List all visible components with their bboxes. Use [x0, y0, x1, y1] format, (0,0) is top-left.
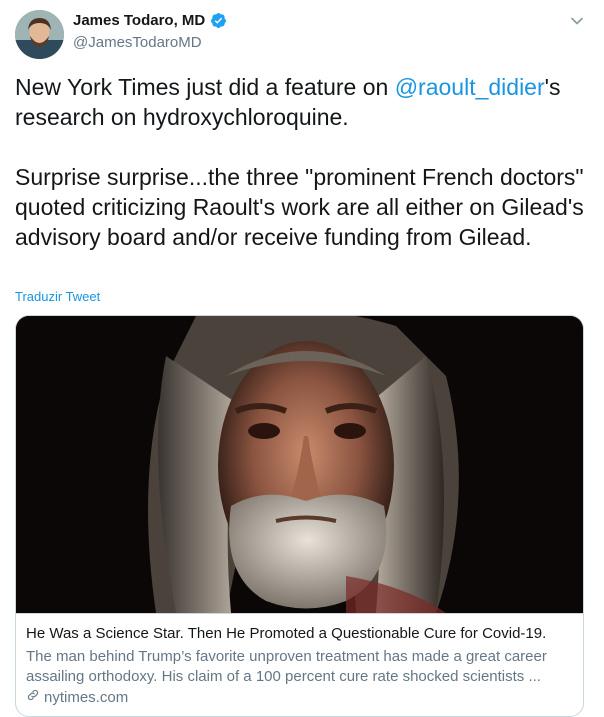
link-preview-card[interactable]: He Was a Science Star. Then He Promoted …	[15, 315, 584, 717]
tweet-text-after: 's research on hydroxychloroquine. Surpr…	[15, 74, 584, 250]
link-icon	[26, 688, 40, 706]
card-body: He Was a Science Star. Then He Promoted …	[16, 613, 583, 706]
card-title: He Was a Science Star. Then He Promoted …	[26, 625, 547, 642]
avatar-photo	[15, 10, 64, 59]
card-domain: nytimes.com	[26, 688, 128, 706]
author-handle[interactable]: @JamesTodaroMD	[73, 34, 202, 51]
tweet-text: New York Times just did a feature on @ra…	[15, 72, 585, 252]
avatar[interactable]	[15, 10, 64, 59]
portrait-photo	[16, 316, 583, 613]
card-domain-text: nytimes.com	[44, 688, 129, 706]
tweet-text-before: New York Times just did a feature on	[15, 74, 395, 100]
card-description: The man behind Trump’s favorite unproven…	[26, 648, 547, 685]
translate-tweet-link[interactable]: Traduzir Tweet	[15, 289, 100, 304]
chevron-down-icon[interactable]	[570, 14, 584, 28]
author-name[interactable]: James Todaro, MD	[73, 12, 205, 29]
mention-link[interactable]: @raoult_didier	[395, 74, 545, 100]
verified-badge-icon	[210, 12, 227, 29]
